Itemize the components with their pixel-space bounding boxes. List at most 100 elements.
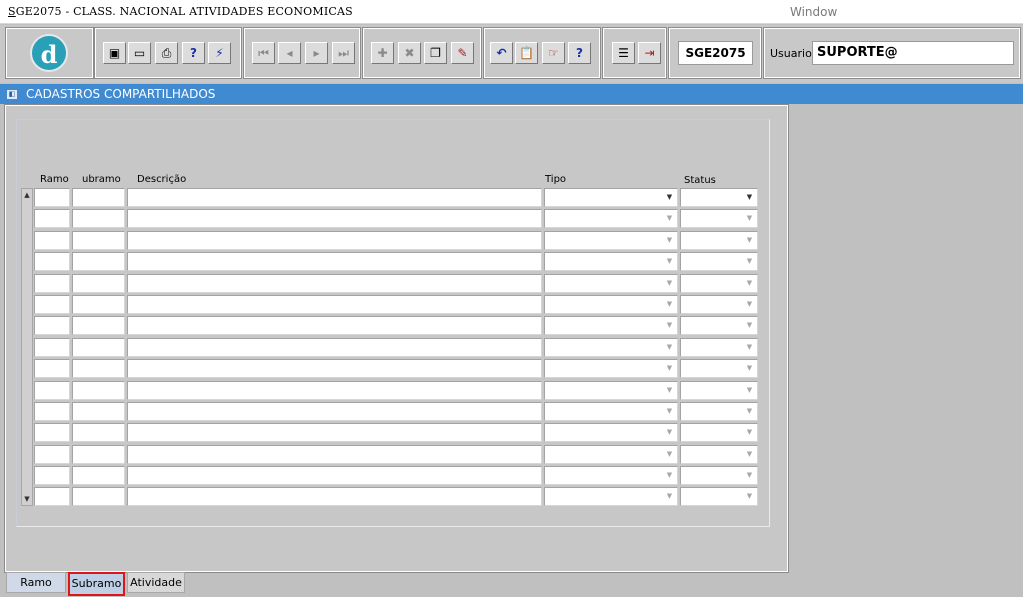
tipo-select[interactable]: ▼: [544, 359, 678, 379]
chevron-down-icon[interactable]: ▼: [743, 211, 756, 226]
chevron-down-icon[interactable]: ▼: [663, 190, 676, 205]
subramo-cell[interactable]: [72, 294, 125, 314]
descricao-cell[interactable]: [127, 337, 542, 357]
descricao-cell[interactable]: [127, 209, 542, 229]
chevron-down-icon[interactable]: ▼: [743, 489, 756, 504]
subramo-cell[interactable]: [72, 337, 125, 357]
status-select[interactable]: ▼: [680, 188, 758, 207]
subramo-cell[interactable]: [72, 230, 125, 250]
status-select[interactable]: ▼: [680, 273, 758, 293]
clipboard-button[interactable]: 📋: [515, 42, 538, 64]
chevron-down-icon[interactable]: ▼: [663, 276, 676, 291]
tipo-select[interactable]: ▼: [544, 337, 678, 357]
insert-record-button[interactable]: ✚: [371, 42, 394, 64]
chevron-down-icon[interactable]: ▼: [663, 468, 676, 483]
vertical-scrollbar[interactable]: ▲ ▼: [21, 188, 33, 506]
chevron-down-icon[interactable]: ▼: [743, 425, 756, 440]
descricao-cell[interactable]: [127, 188, 542, 207]
chevron-down-icon[interactable]: ▼: [663, 297, 676, 312]
chevron-down-icon[interactable]: ▼: [663, 340, 676, 355]
hand-button[interactable]: ☞: [542, 42, 565, 64]
ramo-cell[interactable]: [34, 401, 70, 421]
descricao-cell[interactable]: [127, 401, 542, 421]
subramo-cell[interactable]: [72, 380, 125, 400]
next-record-button[interactable]: ▸: [305, 42, 328, 64]
subramo-cell[interactable]: [72, 209, 125, 229]
tab-ramo[interactable]: Ramo: [6, 572, 66, 593]
status-select[interactable]: ▼: [680, 359, 758, 379]
last-record-button[interactable]: ⏭: [332, 42, 355, 64]
tipo-select[interactable]: ▼: [544, 380, 678, 400]
ramo-cell[interactable]: [34, 337, 70, 357]
status-select[interactable]: ▼: [680, 316, 758, 336]
status-select[interactable]: ▼: [680, 209, 758, 229]
chevron-down-icon[interactable]: ▼: [743, 190, 756, 205]
tipo-select[interactable]: ▼: [544, 401, 678, 421]
first-record-button[interactable]: ⏮: [252, 42, 275, 64]
save-button[interactable]: ▣: [103, 42, 126, 64]
descricao-cell[interactable]: [127, 230, 542, 250]
subramo-cell[interactable]: [72, 466, 125, 486]
chevron-down-icon[interactable]: ▼: [663, 489, 676, 504]
descricao-cell[interactable]: [127, 444, 542, 464]
tipo-select[interactable]: ▼: [544, 487, 678, 507]
tipo-select[interactable]: ▼: [544, 466, 678, 486]
descricao-cell[interactable]: [127, 273, 542, 293]
ramo-cell[interactable]: [34, 423, 70, 443]
scroll-up-icon[interactable]: ▲: [22, 189, 32, 201]
chevron-down-icon[interactable]: ▼: [663, 425, 676, 440]
subramo-cell[interactable]: [72, 273, 125, 293]
chevron-down-icon[interactable]: ▼: [743, 233, 756, 248]
menu-button[interactable]: ☰: [612, 42, 635, 64]
chevron-down-icon[interactable]: ▼: [743, 404, 756, 419]
tipo-select[interactable]: ▼: [544, 252, 678, 272]
ramo-cell[interactable]: [34, 273, 70, 293]
ramo-cell[interactable]: [34, 359, 70, 379]
descricao-cell[interactable]: [127, 423, 542, 443]
chevron-down-icon[interactable]: ▼: [663, 211, 676, 226]
descricao-cell[interactable]: [127, 294, 542, 314]
subramo-cell[interactable]: [72, 444, 125, 464]
chevron-down-icon[interactable]: ▼: [743, 447, 756, 462]
descricao-cell[interactable]: [127, 380, 542, 400]
status-select[interactable]: ▼: [680, 337, 758, 357]
tipo-select[interactable]: ▼: [544, 209, 678, 229]
tipo-select[interactable]: ▼: [544, 273, 678, 293]
edit-record-button[interactable]: ✎: [451, 42, 474, 64]
tipo-select[interactable]: ▼: [544, 188, 678, 207]
status-select[interactable]: ▼: [680, 487, 758, 507]
status-select[interactable]: ▼: [680, 252, 758, 272]
subramo-cell[interactable]: [72, 316, 125, 336]
user-field[interactable]: SUPORTE@: [812, 41, 1014, 65]
status-select[interactable]: ▼: [680, 230, 758, 250]
previous-record-button[interactable]: ◂: [278, 42, 301, 64]
subramo-cell[interactable]: [72, 252, 125, 272]
descricao-cell[interactable]: [127, 252, 542, 272]
tab-subramo[interactable]: Subramo: [68, 572, 125, 596]
ramo-cell[interactable]: [34, 466, 70, 486]
descricao-cell[interactable]: [127, 487, 542, 507]
undo-button[interactable]: ↶: [490, 42, 513, 64]
subramo-cell[interactable]: [72, 423, 125, 443]
ramo-cell[interactable]: [34, 316, 70, 336]
subramo-cell[interactable]: [72, 401, 125, 421]
tipo-select[interactable]: ▼: [544, 294, 678, 314]
ramo-cell[interactable]: [34, 209, 70, 229]
status-select[interactable]: ▼: [680, 466, 758, 486]
chevron-down-icon[interactable]: ▼: [743, 318, 756, 333]
delete-record-button[interactable]: ✖: [398, 42, 421, 64]
descricao-cell[interactable]: [127, 316, 542, 336]
chevron-down-icon[interactable]: ▼: [743, 340, 756, 355]
chevron-down-icon[interactable]: ▼: [663, 318, 676, 333]
tipo-select[interactable]: ▼: [544, 444, 678, 464]
duplicate-record-button[interactable]: ❐: [424, 42, 447, 64]
ramo-cell[interactable]: [34, 252, 70, 272]
ramo-cell[interactable]: [34, 487, 70, 507]
chevron-down-icon[interactable]: ▼: [663, 383, 676, 398]
subramo-cell[interactable]: [72, 188, 125, 207]
ramo-cell[interactable]: [34, 444, 70, 464]
chevron-down-icon[interactable]: ▼: [743, 276, 756, 291]
status-select[interactable]: ▼: [680, 423, 758, 443]
help-button[interactable]: ?: [568, 42, 591, 64]
ramo-cell[interactable]: [34, 294, 70, 314]
